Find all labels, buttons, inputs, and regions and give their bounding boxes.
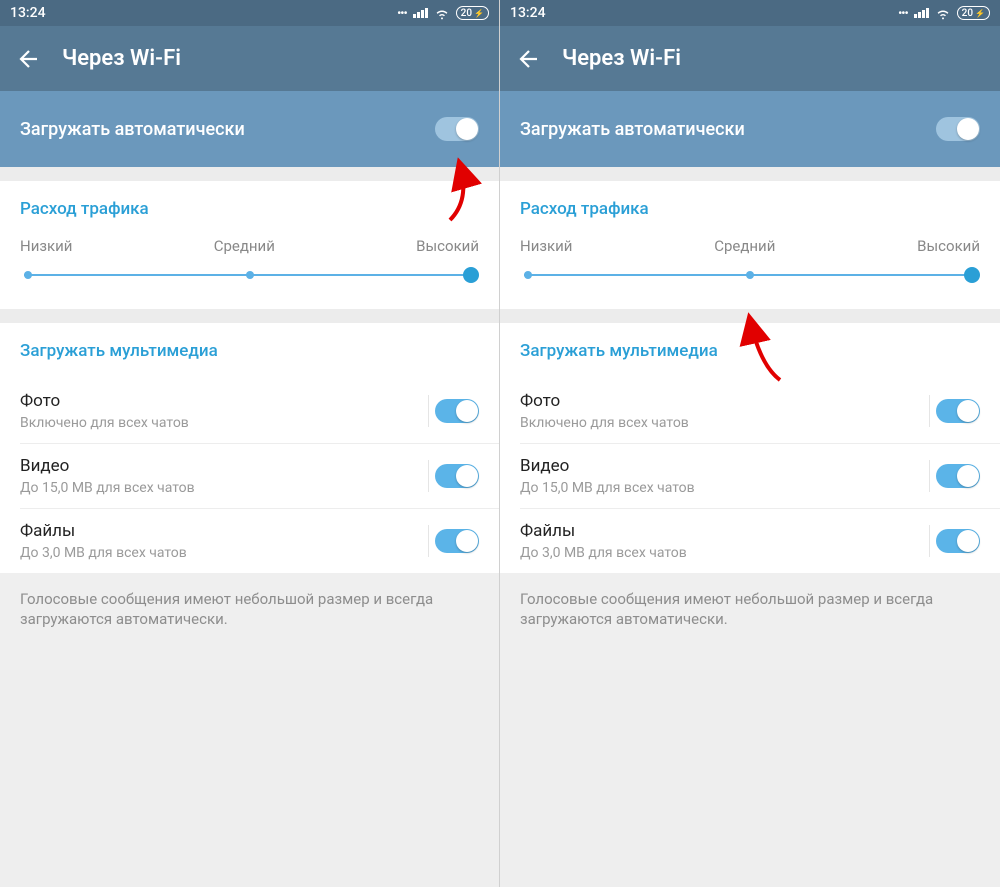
wifi-icon	[935, 5, 951, 21]
status-time: 13:24	[510, 5, 546, 21]
media-row-photo[interactable]: Фото Включено для всех чатов	[0, 379, 499, 443]
wifi-icon	[434, 5, 450, 21]
media-row-title: Файлы	[520, 521, 687, 541]
traffic-card: Расход трафика Низкий Средний Высокий	[500, 181, 1000, 309]
status-bar: 13:24 ••• 20⚡	[0, 0, 499, 26]
media-toggle-photo[interactable]	[435, 399, 479, 423]
status-right: ••• 20⚡	[397, 5, 489, 21]
status-bar: 13:24 ••• 20⚡	[500, 0, 1000, 26]
row-separator	[428, 525, 429, 557]
media-row-sub: До 15,0 МВ для всех чатов	[520, 480, 695, 496]
media-row-video[interactable]: Видео До 15,0 МВ для всех чатов	[0, 444, 499, 508]
auto-download-label: Загружать автоматически	[520, 119, 745, 140]
app-header: Через Wi-Fi	[0, 26, 499, 91]
media-row-files[interactable]: Файлы До 3,0 МВ для всех чатов	[500, 509, 1000, 573]
media-toggle-photo[interactable]	[936, 399, 980, 423]
slider-label-low[interactable]: Низкий	[520, 237, 572, 255]
traffic-title: Расход трафика	[520, 199, 980, 219]
auto-download-toggle[interactable]	[435, 117, 479, 141]
slider-label-mid[interactable]: Средний	[214, 237, 275, 255]
signal-icon	[914, 8, 929, 18]
media-row-title: Видео	[20, 456, 195, 476]
auto-download-toggle[interactable]	[936, 117, 980, 141]
signal-icon	[413, 8, 428, 18]
media-row-title: Файлы	[20, 521, 187, 541]
media-row-title: Видео	[520, 456, 695, 476]
auto-download-label: Загружать автоматически	[20, 119, 245, 140]
screen-left: 13:24 ••• 20⚡ Через Wi-Fi Загружать авто…	[0, 0, 500, 887]
section-gap	[0, 167, 499, 181]
battery-icon: 20⚡	[957, 6, 990, 20]
media-row-title: Фото	[520, 391, 689, 411]
traffic-title: Расход трафика	[20, 199, 479, 219]
media-row-files[interactable]: Файлы До 3,0 МВ для всех чатов	[0, 509, 499, 573]
traffic-card: Расход трафика Низкий Средний Высокий	[0, 181, 499, 309]
auto-download-row[interactable]: Загружать автоматически	[0, 91, 499, 167]
media-card: Загружать мультимедиа Фото Включено для …	[500, 323, 1000, 573]
dots-icon: •••	[397, 6, 407, 20]
slider-label-low[interactable]: Низкий	[20, 237, 72, 255]
media-row-sub: Включено для всех чатов	[20, 415, 189, 431]
status-time: 13:24	[10, 5, 46, 21]
media-toggle-video[interactable]	[435, 464, 479, 488]
slider-label-mid[interactable]: Средний	[714, 237, 775, 255]
slider-label-high[interactable]: Высокий	[416, 237, 479, 255]
screenshot-pair: 13:24 ••• 20⚡ Через Wi-Fi Загружать авто…	[0, 0, 1000, 887]
auto-download-row[interactable]: Загружать автоматически	[500, 91, 1000, 167]
page-title: Через Wi-Fi	[62, 46, 181, 71]
media-row-title: Фото	[20, 391, 189, 411]
slider-thumb[interactable]	[463, 267, 479, 283]
back-icon[interactable]	[14, 47, 38, 71]
page-title: Через Wi-Fi	[562, 46, 681, 71]
footer-note: Голосовые сообщения имеют небольшой разм…	[500, 573, 1000, 670]
row-separator	[929, 460, 930, 492]
battery-icon: 20⚡	[456, 6, 489, 20]
row-separator	[428, 395, 429, 427]
media-toggle-files[interactable]	[936, 529, 980, 553]
media-row-photo[interactable]: Фото Включено для всех чатов	[500, 379, 1000, 443]
media-row-video[interactable]: Видео До 15,0 МВ для всех чатов	[500, 444, 1000, 508]
back-icon[interactable]	[514, 47, 538, 71]
media-row-sub: До 15,0 МВ для всех чатов	[20, 480, 195, 496]
slider-label-high[interactable]: Высокий	[917, 237, 980, 255]
media-toggle-video[interactable]	[936, 464, 980, 488]
media-row-sub: До 3,0 МВ для всех чатов	[20, 545, 187, 561]
media-card: Загружать мультимедиа Фото Включено для …	[0, 323, 499, 573]
app-header: Через Wi-Fi	[500, 26, 1000, 91]
slider-labels: Низкий Средний Высокий	[520, 237, 980, 255]
media-row-sub: До 3,0 МВ для всех чатов	[520, 545, 687, 561]
section-gap	[500, 167, 1000, 181]
row-separator	[929, 525, 930, 557]
slider-labels: Низкий Средний Высокий	[20, 237, 479, 255]
dots-icon: •••	[898, 6, 908, 20]
section-gap	[500, 309, 1000, 323]
status-right: ••• 20⚡	[898, 5, 990, 21]
traffic-slider[interactable]	[524, 265, 976, 285]
section-gap	[0, 309, 499, 323]
media-row-sub: Включено для всех чатов	[520, 415, 689, 431]
media-title: Загружать мультимедиа	[0, 341, 499, 361]
screen-right: 13:24 ••• 20⚡ Через Wi-Fi Загружать авто…	[500, 0, 1000, 887]
row-separator	[929, 395, 930, 427]
footer-note: Голосовые сообщения имеют небольшой разм…	[0, 573, 499, 670]
row-separator	[428, 460, 429, 492]
traffic-slider[interactable]	[24, 265, 475, 285]
slider-thumb[interactable]	[964, 267, 980, 283]
media-toggle-files[interactable]	[435, 529, 479, 553]
media-title: Загружать мультимедиа	[500, 341, 1000, 361]
